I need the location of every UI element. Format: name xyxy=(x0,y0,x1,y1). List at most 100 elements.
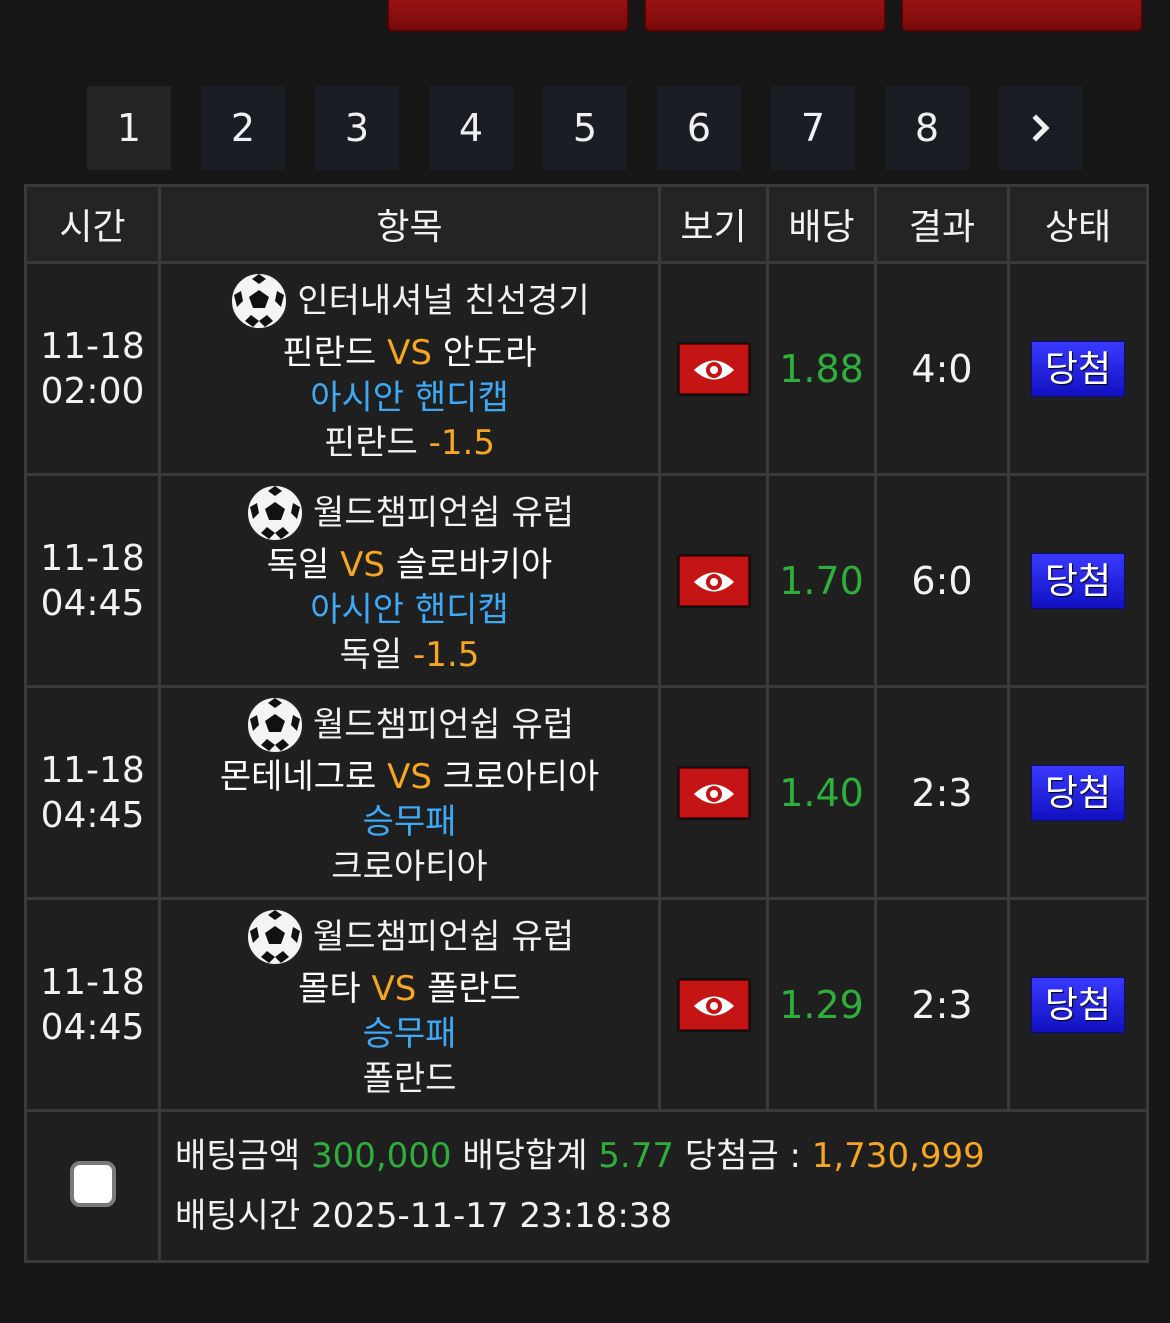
home-team: 몰타 xyxy=(298,969,361,1009)
page-7-button[interactable]: 7 xyxy=(771,86,855,170)
league-name: 월드챔피언쉽 유럽 xyxy=(312,704,575,745)
soccer-ball-icon xyxy=(245,696,304,754)
header-status: 상태 xyxy=(1007,184,1149,264)
matchup: 몬테네그로 VS 크로아티아 xyxy=(161,755,658,800)
table-row: 11-18 04:45 월드챔피언쉽 유럽 몰타 VS 폴란드 승무패 폴란드 xyxy=(24,897,1149,1112)
market-type: 아시안 핸디캡 xyxy=(310,378,509,418)
match-time: 04:45 xyxy=(40,794,145,836)
item-cell: 월드챔피언쉽 유럽 몬테네그로 VS 크로아티아 승무패 크로아티아 xyxy=(158,685,661,900)
item-cell: 월드챔피언쉽 유럽 독일 VS 슬로바키아 아시안 핸디캡 독일 -1.5 xyxy=(158,473,661,688)
vs-label: VS xyxy=(371,969,417,1009)
summary-line-2: 배팅시간 2025-11-17 23:18:38 xyxy=(175,1186,1146,1246)
matchup: 독일 VS 슬로바키아 xyxy=(161,543,658,588)
table-header-row: 시간 항목 보기 배당 결과 상태 xyxy=(24,184,1149,264)
status-badge: 당첨 xyxy=(1031,340,1125,397)
soccer-ball-icon xyxy=(245,908,304,966)
select-checkbox[interactable] xyxy=(69,1161,116,1207)
select-cell xyxy=(24,1109,161,1263)
pick-team: 핀란드 xyxy=(324,423,418,463)
league-name: 인터내셔널 친선경기 xyxy=(297,280,590,321)
page-label: 6 xyxy=(686,106,712,150)
page-3-button[interactable]: 3 xyxy=(315,86,399,170)
item-cell: 인터내셔널 친선경기 핀란드 VS 안도라 아시안 핸디캡 핀란드 -1.5 xyxy=(158,261,661,476)
match-time: 02:00 xyxy=(40,370,145,412)
soccer-ball-icon xyxy=(245,484,304,542)
result-score: 2:3 xyxy=(874,897,1010,1112)
match-date: 11-18 xyxy=(40,537,145,579)
result-score: 6:0 xyxy=(874,473,1010,688)
odds-value: 1.40 xyxy=(766,685,877,900)
selection: 핀란드 -1.5 xyxy=(161,421,658,466)
odds-value: 1.70 xyxy=(766,473,877,688)
page-label: 7 xyxy=(800,106,826,150)
view-button[interactable] xyxy=(676,765,751,820)
view-cell xyxy=(658,897,769,1112)
page-8-button[interactable]: 8 xyxy=(885,86,969,170)
page-2-button[interactable]: 2 xyxy=(201,86,285,170)
match-time: 04:45 xyxy=(40,582,145,624)
pick-team: 독일 xyxy=(339,635,403,675)
table-row: 11-18 04:45 월드챔피언쉽 유럽 독일 VS 슬로바키아 아시안 핸디… xyxy=(24,473,1149,688)
next-page-button[interactable] xyxy=(999,86,1083,170)
league-name: 월드챔피언쉽 유럽 xyxy=(312,492,575,533)
selection: 크로아티아 xyxy=(161,845,658,890)
market-type: 아시안 핸디캡 xyxy=(310,590,509,630)
header-odds: 배당 xyxy=(766,184,877,264)
view-cell xyxy=(658,261,769,476)
odds-total-label: 배당합계 xyxy=(462,1136,588,1176)
header-time: 시간 xyxy=(24,184,161,264)
view-button[interactable] xyxy=(676,553,751,608)
page-1-button[interactable]: 1 xyxy=(87,86,171,170)
item-cell: 월드챔피언쉽 유럽 몰타 VS 폴란드 승무패 폴란드 xyxy=(158,897,661,1112)
chevron-right-icon xyxy=(1032,114,1050,142)
top-button-3[interactable] xyxy=(901,0,1143,32)
vs-label: VS xyxy=(340,545,385,585)
top-button-1[interactable] xyxy=(387,0,629,32)
status-badge: 당첨 xyxy=(1031,764,1125,821)
odds-total: 5.77 xyxy=(598,1136,674,1176)
time-cell: 11-18 02:00 xyxy=(24,261,161,476)
time-cell: 11-18 04:45 xyxy=(24,897,161,1112)
page-5-button[interactable]: 5 xyxy=(543,86,627,170)
page-4-button[interactable]: 4 xyxy=(429,86,513,170)
away-team: 슬로바키아 xyxy=(395,545,553,585)
header-result: 결과 xyxy=(874,184,1010,264)
top-button-2[interactable] xyxy=(644,0,886,32)
selection: 독일 -1.5 xyxy=(161,633,658,678)
market-type: 승무패 xyxy=(362,802,457,842)
win-amount: 1,730,999 xyxy=(811,1136,985,1176)
time-cell: 11-18 04:45 xyxy=(24,685,161,900)
vs-label: VS xyxy=(387,333,432,373)
win-label: 당첨금 : xyxy=(684,1136,801,1176)
summary-cell: 배팅금액 300,000 배당합계 5.77 당첨금 : 1,730,999 배… xyxy=(158,1109,1149,1263)
home-team: 핀란드 xyxy=(282,333,377,373)
view-button[interactable] xyxy=(676,341,751,396)
pick-line: -1.5 xyxy=(413,635,480,675)
page-label: 5 xyxy=(572,106,598,150)
bet-time: 2025-11-17 23:18:38 xyxy=(310,1196,673,1236)
page-label: 2 xyxy=(230,106,256,150)
odds-value: 1.88 xyxy=(766,261,877,476)
eye-icon xyxy=(693,360,734,379)
pick-team: 크로아티아 xyxy=(331,847,488,887)
bet-history-table: 시간 항목 보기 배당 결과 상태 11-18 02:00 인터내셔널 친선경기… xyxy=(24,184,1149,1263)
away-team: 크로아티아 xyxy=(442,757,600,797)
page-6-button[interactable]: 6 xyxy=(657,86,741,170)
result-score: 4:0 xyxy=(874,261,1010,476)
view-cell xyxy=(658,473,769,688)
summary-line-1: 배팅금액 300,000 배당합계 5.77 당첨금 : 1,730,999 xyxy=(175,1126,1146,1186)
page-label: 1 xyxy=(116,106,142,150)
eye-icon xyxy=(693,996,734,1015)
match-time: 04:45 xyxy=(40,1006,145,1048)
view-button[interactable] xyxy=(676,977,751,1032)
status-cell: 당첨 xyxy=(1007,261,1149,476)
home-team: 독일 xyxy=(266,545,330,585)
selection: 폴란드 xyxy=(161,1057,658,1102)
vs-label: VS xyxy=(387,757,432,797)
bet-amount: 300,000 xyxy=(310,1136,452,1176)
summary-row: 배팅금액 300,000 배당합계 5.77 당첨금 : 1,730,999 배… xyxy=(24,1109,1149,1263)
match-date: 11-18 xyxy=(40,961,145,1003)
bet-time-label: 배팅시간 xyxy=(175,1196,301,1236)
away-team: 안도라 xyxy=(442,333,537,373)
status-badge: 당첨 xyxy=(1031,552,1125,609)
